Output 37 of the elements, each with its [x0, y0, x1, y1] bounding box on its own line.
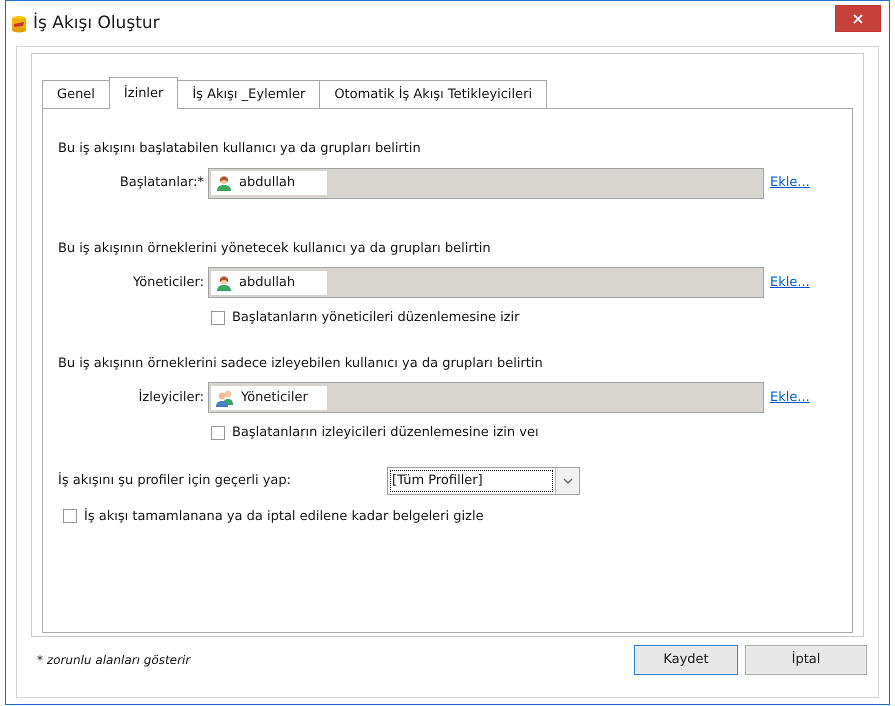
tab[interactable]: Genel	[42, 80, 110, 108]
section-heading: Bu iş akışının örneklerini sadece izleyebilen kullanıcı ya da grupları belirtin	[58, 354, 544, 372]
chevron-down-icon	[562, 478, 572, 484]
add-link[interactable]: Ekle...	[770, 173, 810, 193]
person-icon	[215, 274, 233, 292]
principal-chip[interactable]: Yöneticiler	[211, 386, 327, 410]
section-heading: Bu iş akışının örneklerini yönetecek kullanıcı ya da grupları belirtin	[58, 240, 492, 258]
checkbox[interactable]	[63, 509, 77, 524]
close-button[interactable]	[835, 5, 881, 32]
profile-dropdown[interactable]: [Tüm Profiller]	[387, 466, 580, 494]
field-label: Başlatanlar:*	[118, 174, 205, 192]
checkbox-label: Başlatanların izleyicileri düzenlemesine izin veı	[232, 424, 539, 442]
principal-field[interactable]: abdullah	[208, 267, 764, 298]
principal-field[interactable]: abdullah	[208, 168, 764, 198]
principal-field[interactable]: Yöneticiler	[208, 382, 764, 413]
checkbox[interactable]	[211, 426, 225, 440]
tab[interactable]: Otomatik İş Akışı Tetikleyicileri	[319, 80, 548, 108]
window-title: İş Akışı Oluştur	[33, 12, 160, 35]
section-heading: Bu iş akışını başlatabilen kullanıcı ya da grupları belirtin	[58, 140, 422, 158]
dialog-button[interactable]: İptal	[745, 645, 867, 675]
checkbox[interactable]	[211, 310, 225, 325]
profile-label: İş akışını şu profiler için geçerli yap:	[58, 471, 292, 490]
principal-chip[interactable]: abdullah	[211, 270, 327, 294]
close-icon	[853, 14, 863, 24]
field-label: İzleyiciler:	[138, 388, 205, 407]
add-link[interactable]: Ekle...	[770, 272, 810, 292]
required-fields-note: * zorunlu alanları gösterir	[37, 652, 190, 669]
field-label: Yöneticiler:	[132, 274, 205, 292]
person-icon	[215, 174, 233, 192]
checkbox-label: Başlatanların yöneticileri düzenlemesine izir	[232, 309, 520, 327]
tab[interactable]: İzinler	[108, 77, 178, 109]
principal-chip[interactable]: abdullah	[211, 171, 327, 195]
database-logo-icon	[11, 14, 27, 32]
add-link[interactable]: Ekle...	[770, 388, 810, 408]
checkbox-label: İş akışı tamamlanana ya da iptal edilene kadar belgeleri gizle	[84, 507, 484, 526]
dialog-button[interactable]: Kaydet	[634, 645, 738, 675]
people-icon	[215, 388, 235, 406]
